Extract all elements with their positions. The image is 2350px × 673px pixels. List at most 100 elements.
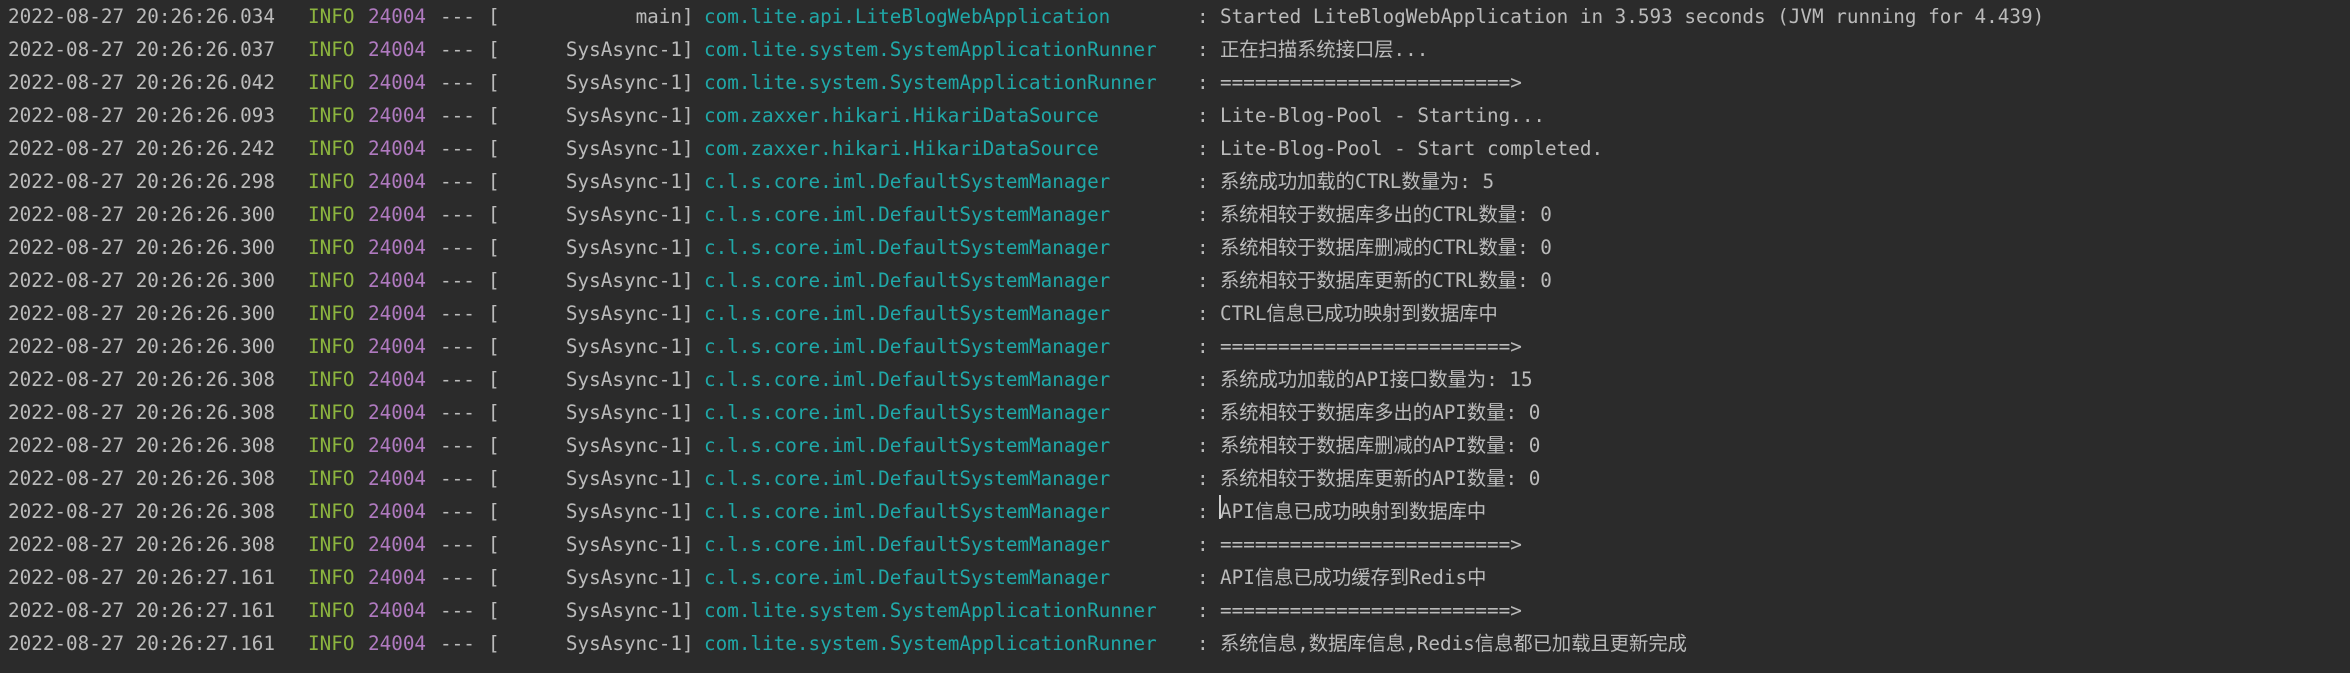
log-pid: 24004 bbox=[368, 368, 427, 391]
log-logger: c.l.s.core.iml.DefaultSystemManager bbox=[704, 401, 1111, 424]
thread-bracket-open: [ bbox=[488, 269, 500, 292]
thread-bracket-close: ] bbox=[682, 632, 694, 655]
log-logger: c.l.s.core.iml.DefaultSystemManager bbox=[704, 335, 1111, 358]
log-separator: --- bbox=[440, 368, 475, 391]
log-message: API信息已成功映射到数据库中 bbox=[1220, 500, 1487, 523]
log-level: INFO bbox=[308, 566, 355, 589]
thread-bracket-close: ] bbox=[682, 599, 694, 622]
thread-bracket-close: ] bbox=[682, 500, 694, 523]
thread-bracket-close: ] bbox=[682, 137, 694, 160]
log-level: INFO bbox=[308, 236, 355, 259]
log-line: 2022-08-27 20:26:26.300 INFO 24004 --- [SysA… bbox=[0, 297, 2350, 330]
log-thread: SysAsync-1 bbox=[565, 170, 682, 193]
log-thread: SysAsync-1 bbox=[565, 467, 682, 490]
log-logger: c.l.s.core.iml.DefaultSystemManager bbox=[704, 566, 1111, 589]
log-pid: 24004 bbox=[368, 104, 427, 127]
thread-bracket-open: [ bbox=[488, 38, 500, 61]
log-thread: SysAsync-1 bbox=[565, 38, 682, 61]
log-colon: : bbox=[1197, 599, 1209, 622]
log-level: INFO bbox=[308, 269, 355, 292]
log-logger: c.l.s.core.iml.DefaultSystemManager bbox=[704, 434, 1111, 457]
thread-bracket-open: [ bbox=[488, 104, 500, 127]
thread-bracket-open: [ bbox=[488, 71, 500, 94]
log-logger: c.l.s.core.iml.DefaultSystemManager bbox=[704, 467, 1111, 490]
log-line: 2022-08-27 20:26:26.300 INFO 24004 --- [SysA… bbox=[0, 264, 2350, 297]
thread-bracket-open: [ bbox=[488, 335, 500, 358]
thread-bracket-open: [ bbox=[488, 467, 500, 490]
log-pid: 24004 bbox=[368, 5, 427, 28]
log-separator: --- bbox=[440, 71, 475, 94]
log-message: 系统相较于数据库多出的API数量: 0 bbox=[1220, 401, 1541, 424]
log-line: 2022-08-27 20:26:26.300 INFO 24004 --- [SysA… bbox=[0, 198, 2350, 231]
thread-bracket-open: [ bbox=[488, 203, 500, 226]
thread-bracket-open: [ bbox=[488, 236, 500, 259]
log-thread: SysAsync-1 bbox=[565, 104, 682, 127]
log-thread: SysAsync-1 bbox=[565, 401, 682, 424]
log-pid: 24004 bbox=[368, 302, 427, 325]
log-line: 2022-08-27 20:26:27.161 INFO 24004 --- [SysA… bbox=[0, 594, 2350, 627]
thread-bracket-close: ] bbox=[682, 5, 694, 28]
log-level: INFO bbox=[308, 203, 355, 226]
log-timestamp: 2022-08-27 20:26:27.161 bbox=[8, 566, 275, 589]
log-timestamp: 2022-08-27 20:26:26.093 bbox=[8, 104, 275, 127]
log-level: INFO bbox=[308, 632, 355, 655]
thread-bracket-close: ] bbox=[682, 269, 694, 292]
log-colon: : bbox=[1197, 566, 1209, 589]
log-pid: 24004 bbox=[368, 566, 427, 589]
log-pid: 24004 bbox=[368, 137, 427, 160]
log-colon: : bbox=[1197, 368, 1209, 391]
log-colon: : bbox=[1197, 104, 1209, 127]
log-pid: 24004 bbox=[368, 269, 427, 292]
thread-bracket-open: [ bbox=[488, 500, 500, 523]
log-timestamp: 2022-08-27 20:26:27.161 bbox=[8, 632, 275, 655]
log-logger: c.l.s.core.iml.DefaultSystemManager bbox=[704, 533, 1111, 556]
log-logger: com.lite.system.SystemApplicationRunner bbox=[704, 632, 1157, 655]
log-thread: SysAsync-1 bbox=[565, 71, 682, 94]
log-colon: : bbox=[1197, 5, 1209, 28]
log-timestamp: 2022-08-27 20:26:26.242 bbox=[8, 137, 275, 160]
log-message: Started LiteBlogWebApplication in 3.593 … bbox=[1220, 5, 2045, 28]
log-level: INFO bbox=[308, 368, 355, 391]
thread-bracket-open: [ bbox=[488, 632, 500, 655]
log-level: INFO bbox=[308, 401, 355, 424]
log-message: =========================> bbox=[1220, 533, 1522, 556]
log-separator: --- bbox=[440, 203, 475, 226]
log-line: 2022-08-27 20:26:27.161 INFO 24004 --- [SysA… bbox=[0, 627, 2350, 660]
log-timestamp: 2022-08-27 20:26:26.298 bbox=[8, 170, 275, 193]
thread-bracket-close: ] bbox=[682, 533, 694, 556]
log-line: 2022-08-27 20:26:26.037 INFO 24004 --- [SysA… bbox=[0, 33, 2350, 66]
log-pid: 24004 bbox=[368, 401, 427, 424]
log-colon: : bbox=[1197, 38, 1209, 61]
thread-bracket-close: ] bbox=[682, 368, 694, 391]
log-timestamp: 2022-08-27 20:26:26.037 bbox=[8, 38, 275, 61]
log-timestamp: 2022-08-27 20:26:27.161 bbox=[8, 599, 275, 622]
log-message: Lite-Blog-Pool - Start completed. bbox=[1220, 137, 1604, 160]
log-level: INFO bbox=[308, 302, 355, 325]
thread-bracket-open: [ bbox=[488, 5, 500, 28]
log-separator: --- bbox=[440, 104, 475, 127]
thread-bracket-close: ] bbox=[682, 401, 694, 424]
log-logger: com.lite.api.LiteBlogWebApplication bbox=[704, 5, 1111, 28]
console-output[interactable]: 2022-08-27 20:26:26.034 INFO 24004 --- [main… bbox=[0, 0, 2350, 673]
log-pid: 24004 bbox=[368, 335, 427, 358]
log-message: CTRL信息已成功映射到数据库中 bbox=[1220, 302, 1498, 325]
log-separator: --- bbox=[440, 467, 475, 490]
log-logger: c.l.s.core.iml.DefaultSystemManager bbox=[704, 368, 1111, 391]
log-line: 2022-08-27 20:26:26.034 INFO 24004 --- [main… bbox=[0, 0, 2350, 33]
log-separator: --- bbox=[440, 401, 475, 424]
log-pid: 24004 bbox=[368, 203, 427, 226]
log-line: 2022-08-27 20:26:26.308 INFO 24004 --- [SysA… bbox=[0, 363, 2350, 396]
thread-bracket-close: ] bbox=[682, 302, 694, 325]
log-timestamp: 2022-08-27 20:26:26.308 bbox=[8, 401, 275, 424]
log-pid: 24004 bbox=[368, 599, 427, 622]
log-thread: SysAsync-1 bbox=[565, 269, 682, 292]
log-thread: SysAsync-1 bbox=[565, 236, 682, 259]
log-logger: c.l.s.core.iml.DefaultSystemManager bbox=[704, 500, 1111, 523]
thread-bracket-open: [ bbox=[488, 302, 500, 325]
log-line: 2022-08-27 20:26:26.093 INFO 24004 --- [SysA… bbox=[0, 99, 2350, 132]
log-colon: : bbox=[1197, 269, 1209, 292]
log-level: INFO bbox=[308, 533, 355, 556]
log-separator: --- bbox=[440, 533, 475, 556]
log-separator: --- bbox=[440, 170, 475, 193]
log-separator: --- bbox=[440, 566, 475, 589]
